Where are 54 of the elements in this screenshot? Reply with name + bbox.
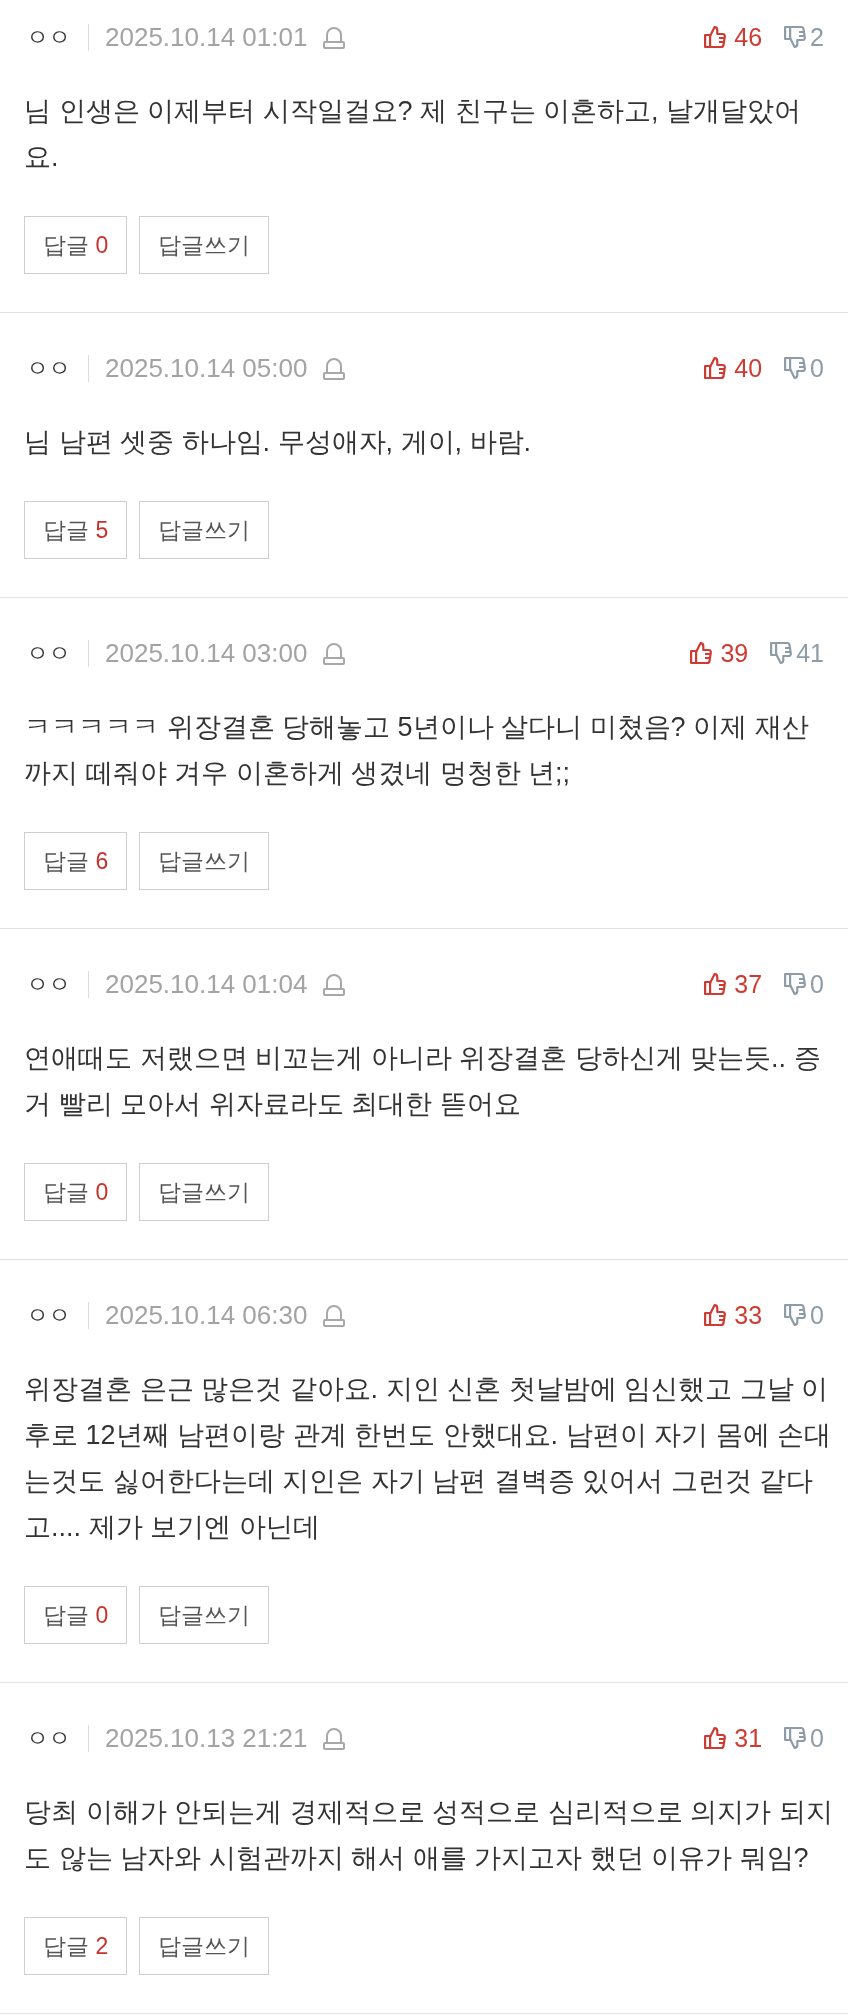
like-button[interactable]: 37: [704, 969, 763, 999]
thumbs-up-icon: [704, 1303, 727, 1327]
reply-count-button[interactable]: 답글 0: [24, 1163, 128, 1221]
comment-text: 님 남편 셋중 하나임. 무성애자, 게이, 바람.: [24, 426, 532, 459]
siren-icon[interactable]: [323, 641, 346, 665]
author-name: ㅇㅇ: [26, 1723, 70, 1753]
author-name: ㅇㅇ: [26, 1300, 70, 1330]
thumbs-up-icon: [704, 972, 727, 996]
thumbs-up-icon: [704, 25, 727, 49]
write-reply-button[interactable]: 답글쓰기: [139, 1917, 270, 1975]
thumbs-down-icon: [784, 1726, 807, 1750]
write-reply-button[interactable]: 답글쓰기: [139, 1586, 270, 1644]
like-button[interactable]: 31: [704, 1723, 763, 1753]
like-button[interactable]: 33: [704, 1300, 763, 1330]
comment-text: 당최 이해가 안되는게 경제적으로 성적으로 심리적으로 의지가 되지도 않는 남자와 시험관까지 해서 애를 가지고자 했던 이유가 뭐임?: [24, 1796, 834, 1875]
comment-date: 2025.10.13 21:21: [105, 1722, 308, 1754]
write-reply-button[interactable]: 답글쓰기: [139, 832, 270, 890]
write-reply-button[interactable]: 답글쓰기: [139, 1163, 270, 1221]
reply-count-button[interactable]: 답글 0: [24, 1586, 128, 1644]
comment-date: 2025.10.14 01:01: [105, 21, 308, 53]
author-name: ㅇㅇ: [26, 638, 70, 668]
comment-text: ㅋㅋㅋㅋㅋ 위장결혼 당해놓고 5년이나 살다니 미쳤음? 이제 재산까지 떼줘야 겨우 이혼하게 생겼네 멍청한 년;;: [24, 711, 810, 790]
write-reply-button[interactable]: 답글쓰기: [139, 216, 270, 274]
reply-count-button[interactable]: 답글 6: [24, 832, 128, 890]
comment-text: 님 인생은 이제부터 시작일걸요? 제 친구는 이혼하고, 날개달았어요.: [24, 95, 803, 174]
thumbs-up-icon: [690, 641, 713, 665]
author-name: ㅇㅇ: [26, 353, 70, 383]
thumbs-up-icon: [704, 356, 727, 380]
comment-date: 2025.10.14 05:00: [105, 352, 308, 384]
comment-date: 2025.10.14 06:30: [105, 1299, 308, 1331]
comment-text: 연애때도 저랬으면 비꼬는게 아니라 위장결혼 당하신게 맞는듯.. 증거 빨리 모아서 위자료라도 최대한 뜯어요: [24, 1042, 822, 1121]
like-button[interactable]: 39: [690, 638, 749, 668]
comment-text: 위장결혼 은근 많은것 같아요. 지인 신혼 첫날밤에 임신했고 그날 이후로 12년째 남편이랑 관계 한번도 안했대요. 남편이 자기 몸에 손대는것도 싫어한다는데 지인은 자기 남편 결벽증 있어서 그런것 같다고.... 제가 보기엔 아닌데: [24, 1373, 833, 1544]
reply-count-button[interactable]: 답글 0: [24, 216, 128, 274]
thumbs-up-icon: [704, 1726, 727, 1750]
like-button[interactable]: 46: [704, 22, 763, 52]
siren-icon[interactable]: [323, 1303, 346, 1327]
like-button[interactable]: 40: [704, 353, 763, 383]
siren-icon[interactable]: [323, 1726, 346, 1750]
author-name: ㅇㅇ: [26, 22, 70, 52]
write-reply-button[interactable]: 답글쓰기: [139, 501, 270, 559]
siren-icon[interactable]: [323, 25, 346, 49]
siren-icon[interactable]: [323, 972, 346, 996]
thumbs-down-icon: [784, 25, 807, 49]
thumbs-down-icon: [770, 641, 793, 665]
author-name: ㅇㅇ: [26, 969, 70, 999]
thumbs-down-icon: [784, 356, 807, 380]
reply-count-button[interactable]: 답글 5: [24, 501, 128, 559]
thumbs-down-icon: [784, 972, 807, 996]
siren-icon[interactable]: [323, 356, 346, 380]
comment-date: 2025.10.14 03:00: [105, 637, 308, 669]
reply-count-button[interactable]: 답글 2: [24, 1917, 128, 1975]
thumbs-down-icon: [784, 1303, 807, 1327]
comment-date: 2025.10.14 01:04: [105, 968, 308, 1000]
